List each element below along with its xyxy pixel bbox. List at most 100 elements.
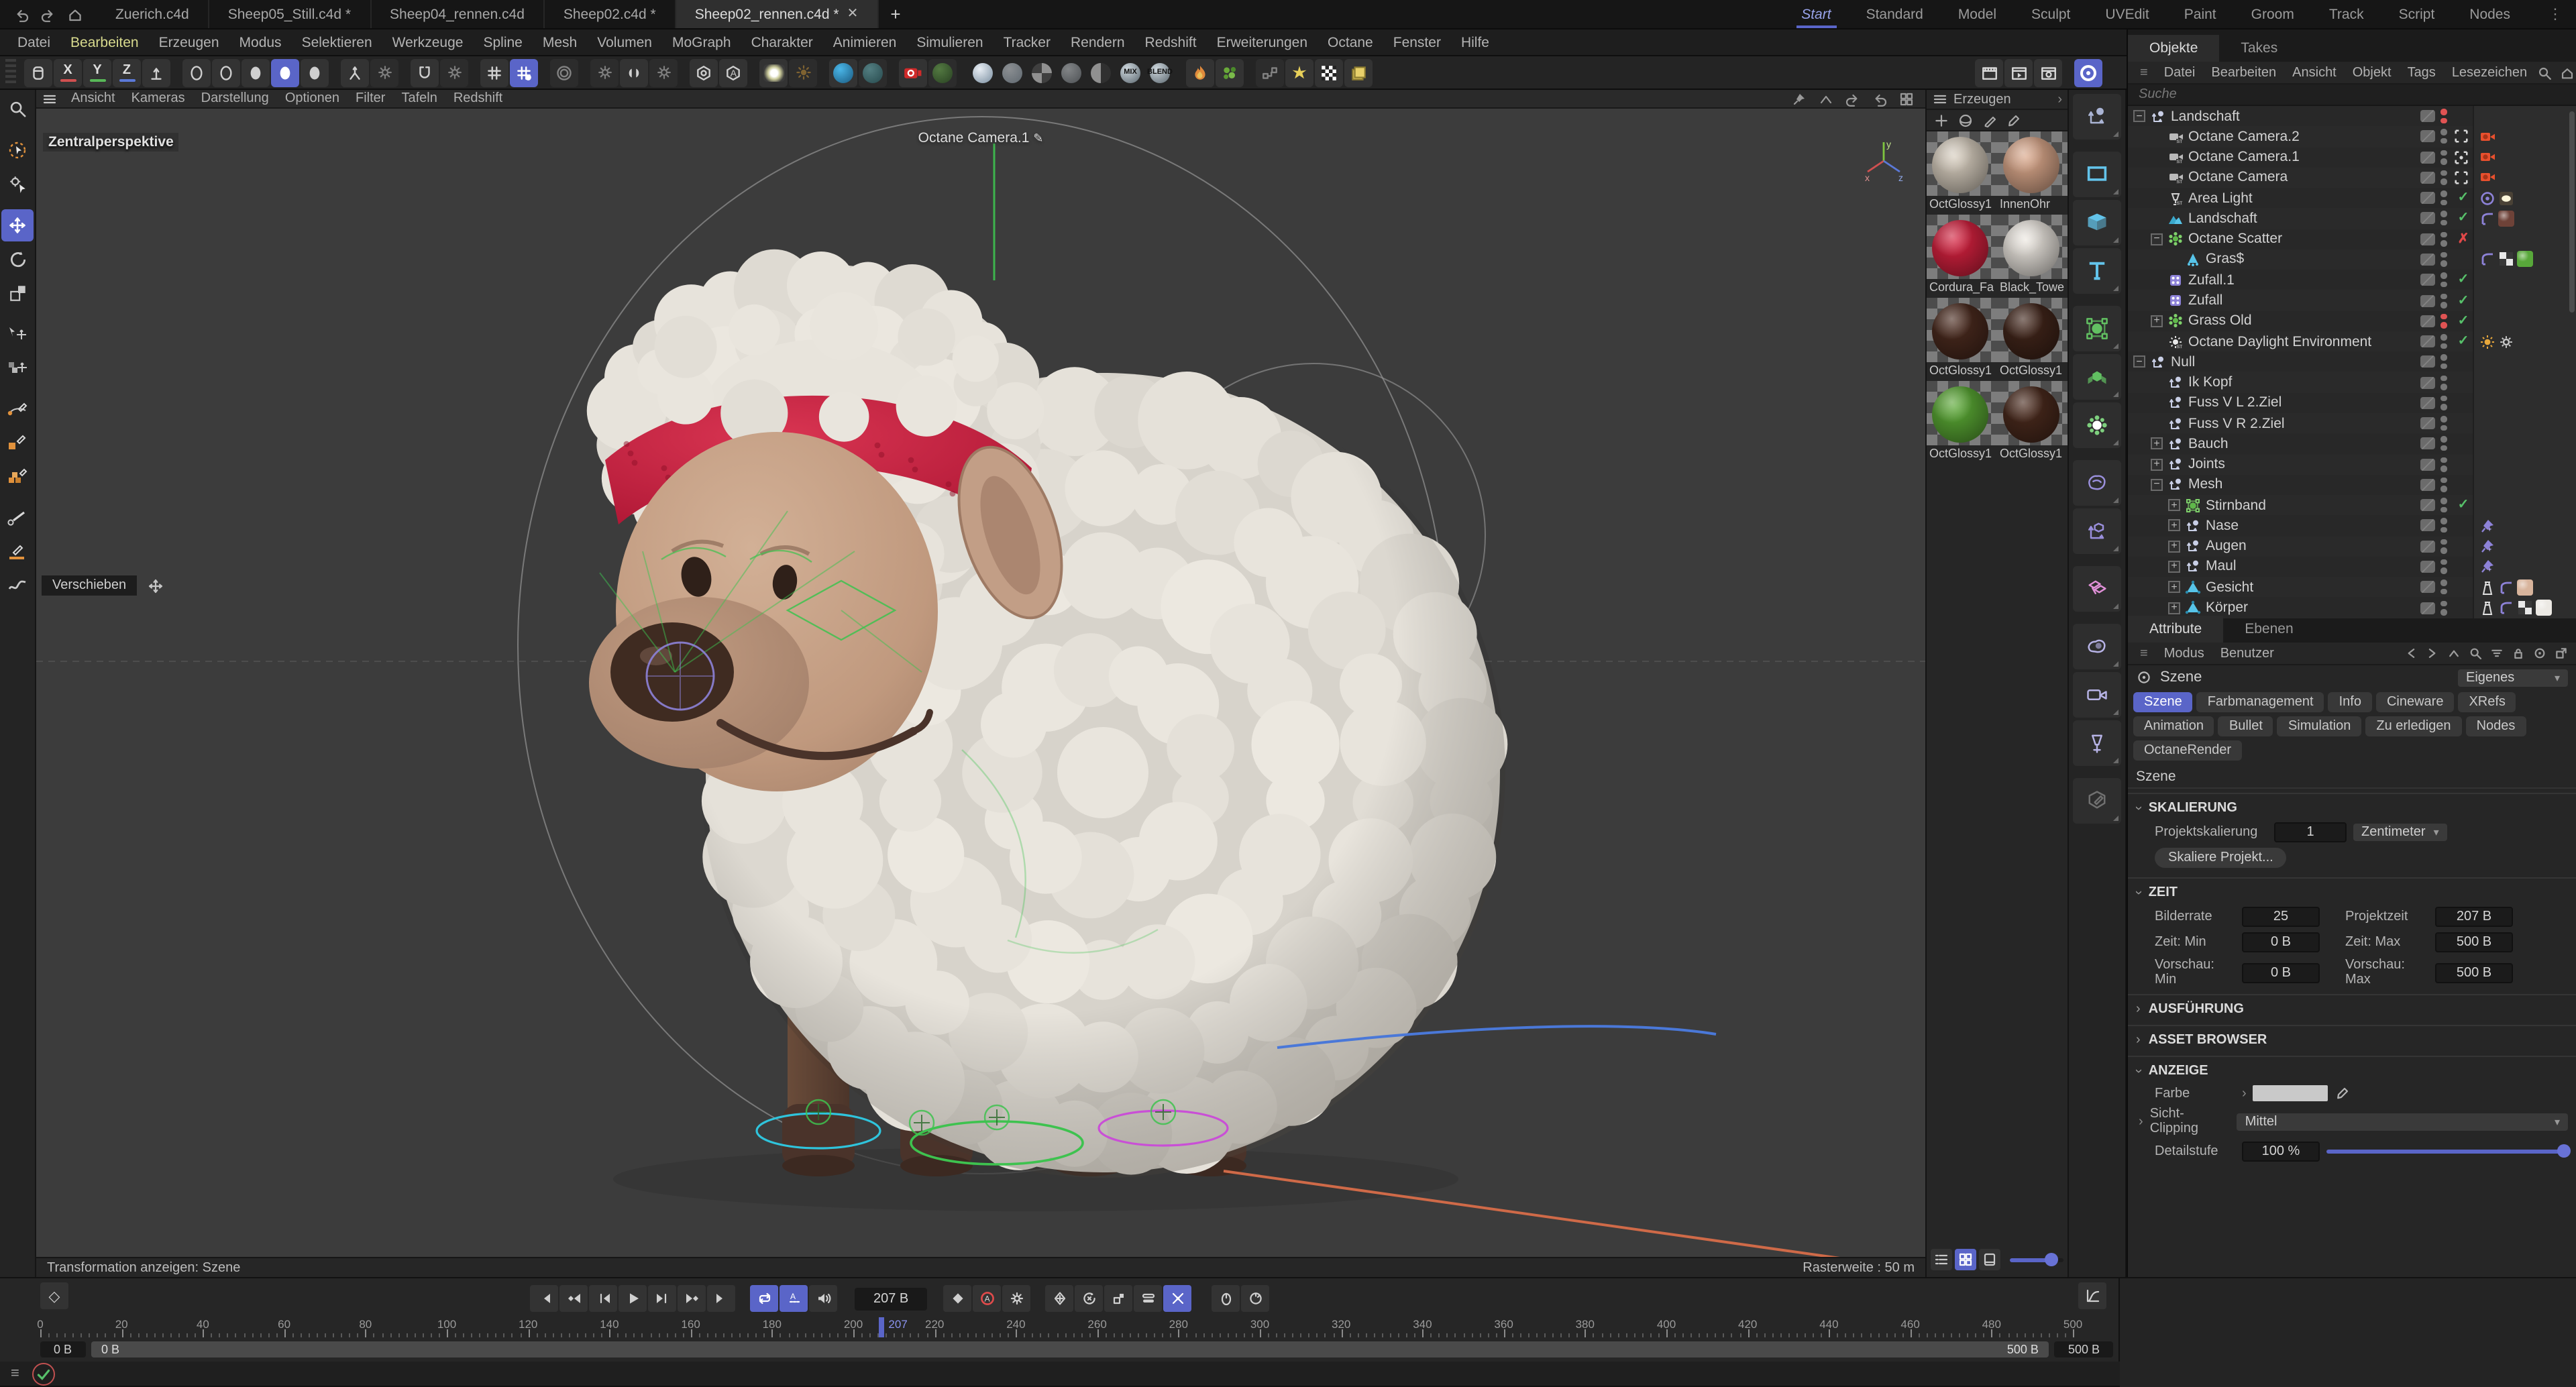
object-row[interactable]: STArea Light✓	[2128, 188, 2576, 209]
material-card-view-button[interactable]	[1979, 1249, 2000, 1270]
visibility-dots[interactable]	[2439, 539, 2449, 553]
om-home-icon[interactable]	[2559, 65, 2574, 80]
pin-tag[interactable]	[2479, 559, 2496, 575]
menu-bearbeiten[interactable]: Bearbeiten	[61, 32, 148, 53]
attr-chip-farbmanagement[interactable]: Farbmanagement	[2197, 692, 2324, 712]
cube-button[interactable]	[2073, 200, 2121, 245]
menu-erzeugen[interactable]: Erzeugen	[150, 32, 229, 53]
layer-toggle-icon[interactable]	[2420, 233, 2435, 245]
layer-toggle-icon[interactable]	[2420, 520, 2435, 532]
attr-target-icon[interactable]	[2533, 647, 2546, 660]
axis-modification-button[interactable]	[341, 58, 369, 87]
expander-plus-icon[interactable]: +	[2168, 581, 2180, 593]
workspace-tab-track[interactable]: Track	[2313, 4, 2380, 24]
enable-state[interactable]: ✓	[2454, 293, 2473, 308]
weight-tag[interactable]	[2479, 579, 2496, 595]
visibility-dots[interactable]	[2439, 129, 2449, 144]
attr-tab-attribute[interactable]: Attribute	[2128, 616, 2223, 643]
object-row[interactable]: STOctane Camera.1	[2128, 147, 2576, 168]
object-row[interactable]: +Gesicht	[2128, 577, 2576, 598]
menu-fenster[interactable]: Fenster	[1384, 32, 1450, 53]
om-menu-bearbeiten[interactable]: Bearbeiten	[2204, 65, 2283, 80]
thumbnail-size-slider[interactable]	[2010, 1258, 2063, 1262]
section-skalierung[interactable]: ›SKALIERUNG	[2128, 793, 2576, 820]
tool-rotate[interactable]	[1, 243, 34, 275]
node-editor-button[interactable]	[1256, 58, 1284, 87]
enable-state[interactable]: ✓	[2454, 273, 2473, 288]
visibility-dots[interactable]	[2439, 375, 2449, 390]
tool-pen-rect[interactable]	[1, 427, 34, 459]
object-row[interactable]: Fuss V L 2.Ziel	[2128, 392, 2576, 413]
object-row[interactable]: STOctane Camera.2	[2128, 127, 2576, 148]
layer-toggle-icon[interactable]	[2420, 438, 2435, 450]
expander-plus-icon[interactable]: +	[2168, 520, 2180, 532]
enable-state[interactable]: ✓	[2454, 498, 2473, 512]
enable-state[interactable]	[2454, 129, 2473, 144]
menu-mograph[interactable]: MoGraph	[663, 32, 741, 53]
menu-animieren[interactable]: Animieren	[824, 32, 906, 53]
render-settings-button[interactable]	[2034, 58, 2062, 87]
menu-mesh[interactable]: Mesh	[533, 32, 586, 53]
button-mode-polygon[interactable]	[241, 58, 270, 87]
attr-lock-icon[interactable]	[2512, 647, 2525, 660]
project-scale-field[interactable]: 1	[2274, 822, 2347, 842]
expander-minus-icon[interactable]: −	[2133, 356, 2145, 368]
om-menu-lesezeichen[interactable]: Lesezeichen	[2445, 65, 2534, 80]
expander-plus-icon[interactable]: +	[2151, 315, 2163, 327]
attr-chip-cineware[interactable]: Cineware	[2376, 692, 2455, 712]
viewport-color-swatch[interactable]	[2253, 1085, 2328, 1101]
menu-hilfe[interactable]: Hilfe	[1452, 32, 1499, 53]
layer-toggle-icon[interactable]	[2420, 172, 2435, 184]
material-glossy-button[interactable]	[969, 58, 997, 87]
animation-mouse-button[interactable]	[1212, 1285, 1240, 1312]
object-row[interactable]: STOctane Camera	[2128, 168, 2576, 188]
visibility-dots[interactable]	[2439, 109, 2449, 123]
menu-erweiterungen[interactable]: Erweiterungen	[1208, 32, 1317, 53]
phong-tag[interactable]	[2498, 600, 2514, 616]
button-mode-edge[interactable]	[212, 58, 240, 87]
material-tag[interactable]	[2536, 600, 2552, 616]
preset-dropdown[interactable]: Eigenes▾	[2458, 669, 2568, 686]
next-key-button[interactable]	[678, 1285, 706, 1312]
tool-sketch-line[interactable]	[1, 502, 34, 534]
material-menu-icon[interactable]	[1932, 91, 1948, 107]
section-zeit[interactable]: ›ZEIT	[2128, 877, 2576, 904]
enable-state[interactable]: ✓	[2454, 314, 2473, 329]
material-edit-icon[interactable]	[1982, 112, 1998, 128]
document-tab[interactable]: Sheep05_Still.c4d *	[209, 0, 371, 28]
om-tab-objekte[interactable]: Objekte	[2128, 35, 2219, 62]
material-item[interactable]: OctGlossy1	[1927, 131, 1997, 215]
layer-toggle-icon[interactable]	[2420, 458, 2435, 470]
enable-state[interactable]	[2454, 170, 2473, 185]
goto-end-button[interactable]	[707, 1285, 735, 1312]
attr-menu-icon[interactable]: ≡	[2133, 646, 2155, 661]
menu-spline[interactable]: Spline	[474, 32, 531, 53]
material-menu-overflow[interactable]: ›	[2057, 92, 2062, 107]
previous-key-button[interactable]	[559, 1285, 588, 1312]
viewport-menu-filter[interactable]: Filter	[347, 91, 393, 106]
viewport-menu-redshift[interactable]: Redshift	[445, 91, 511, 106]
tool-move[interactable]	[1, 209, 34, 241]
attr-chip-info[interactable]: Info	[2328, 692, 2372, 712]
camera-create-button[interactable]	[2073, 672, 2121, 718]
material-checker-button[interactable]	[1028, 58, 1056, 87]
fcurve-mode-button[interactable]	[2078, 1282, 2106, 1309]
viewport-sync-icon[interactable]	[1845, 91, 1861, 107]
render-in-viewport-button[interactable]	[1975, 58, 2003, 87]
object-row[interactable]: +Joints	[2128, 454, 2576, 475]
checker-tag[interactable]	[2517, 600, 2533, 616]
section-asset-browser[interactable]: ›ASSET BROWSER	[2128, 1025, 2576, 1052]
workspace-tab-nodes[interactable]: Nodes	[2453, 4, 2526, 24]
axis-cube-button[interactable]	[2073, 508, 2121, 554]
loop-playback-button[interactable]	[750, 1285, 778, 1312]
material-paint-icon[interactable]	[2006, 112, 2022, 128]
status-menu-icon[interactable]: ≡	[11, 1366, 19, 1382]
symmetry-button[interactable]	[620, 58, 648, 87]
autokey-range-button[interactable]: A	[780, 1285, 808, 1312]
menu-simulieren[interactable]: Simulieren	[907, 32, 992, 53]
layer-toggle-icon[interactable]	[2420, 499, 2435, 511]
close-tab-icon[interactable]: ✕	[847, 7, 859, 21]
text-button[interactable]	[2073, 248, 2121, 294]
undo-icon[interactable]	[13, 6, 30, 22]
layer-toggle-icon[interactable]	[2420, 131, 2435, 143]
